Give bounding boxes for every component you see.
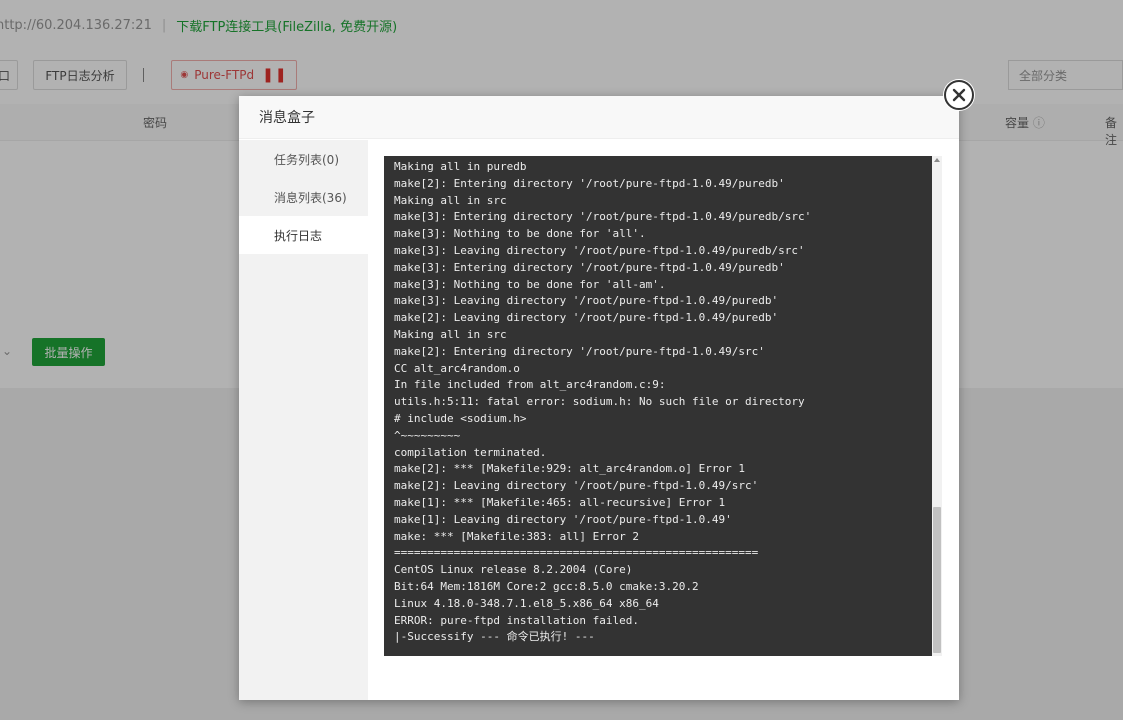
tab-execution-log-label: 执行日志: [274, 228, 323, 243]
log-line: make[2]: Entering directory '/root/pure-…: [394, 176, 785, 190]
log-line: make[3]: Nothing to be done for 'all-am'…: [394, 277, 666, 291]
message-box-dialog: 消息盒子 任务列表(0) 消息列表(36) 执行日志 Making all in…: [239, 96, 959, 700]
tab-message-list[interactable]: 消息列表(36): [239, 178, 368, 216]
log-line: make[2]: Leaving directory '/root/pure-f…: [394, 311, 779, 325]
log-line: make[2]: *** [Makefile:929: alt_arc4rand…: [394, 462, 745, 476]
log-line: make[2]: Entering directory '/root/pure-…: [394, 344, 765, 358]
dialog-title: 消息盒子: [259, 110, 315, 126]
log-line: make[3]: Leaving directory '/root/pure-f…: [394, 294, 779, 308]
log-line: make[1]: Leaving directory '/root/pure-f…: [394, 512, 732, 526]
log-line: make: *** [Makefile:383: all] Error 2: [394, 529, 640, 543]
log-line: ^~~~~~~~~~: [394, 428, 461, 442]
tab-task-list[interactable]: 任务列表(0): [239, 140, 368, 178]
log-line: CC alt_arc4random.o: [394, 361, 520, 375]
log-scrollbar[interactable]: [932, 156, 942, 656]
log-line: In file included from alt_arc4random.c:9…: [394, 378, 666, 392]
execution-log-terminal[interactable]: Making all in puredb make[2]: Entering di…: [384, 156, 942, 656]
dialog-header: 消息盒子: [239, 96, 959, 139]
log-line: Making all in puredb: [394, 160, 527, 173]
close-icon[interactable]: [944, 80, 974, 110]
dialog-content: Making all in puredb make[2]: Entering di…: [368, 140, 959, 700]
log-line: make[1]: *** [Makefile:465: all-recursiv…: [394, 495, 726, 509]
log-line: compilation terminated.: [394, 445, 547, 459]
scroll-thumb[interactable]: [933, 507, 941, 653]
log-line: # include <sodium.h>: [394, 411, 527, 425]
log-line: Bit:64 Mem:1816M Core:2 gcc:8.5.0 cmake:…: [394, 579, 699, 593]
tab-execution-log[interactable]: 执行日志: [239, 216, 368, 254]
log-line: make[2]: Leaving directory '/root/pure-f…: [394, 479, 759, 493]
log-line: ========================================…: [394, 546, 759, 560]
scroll-up-arrow-icon[interactable]: [934, 158, 940, 162]
dialog-sidebar: 任务列表(0) 消息列表(36) 执行日志: [239, 140, 368, 700]
log-line: make[3]: Entering directory '/root/pure-…: [394, 260, 785, 274]
log-line: make[3]: Entering directory '/root/pure-…: [394, 210, 812, 224]
log-line: CentOS Linux release 8.2.2004 (Core): [394, 563, 633, 577]
log-line: Linux 4.18.0-348.7.1.el8_5.x86_64 x86_64: [394, 596, 659, 610]
log-line: Making all in src: [394, 327, 507, 341]
log-line: Making all in src: [394, 193, 507, 207]
log-line: make[3]: Leaving directory '/root/pure-f…: [394, 243, 805, 257]
tab-message-list-label: 消息列表(36): [274, 190, 347, 205]
log-output: Making all in puredb make[2]: Entering di…: [394, 159, 926, 646]
log-line: ERROR: pure-ftpd installation failed.: [394, 613, 640, 627]
log-line: make[3]: Nothing to be done for 'all'.: [394, 227, 646, 241]
log-line: |-Successify --- 命令已执行! ---: [394, 630, 595, 644]
tab-task-list-label: 任务列表(0): [274, 152, 339, 167]
log-line: utils.h:5:11: fatal error: sodium.h: No …: [394, 395, 805, 409]
